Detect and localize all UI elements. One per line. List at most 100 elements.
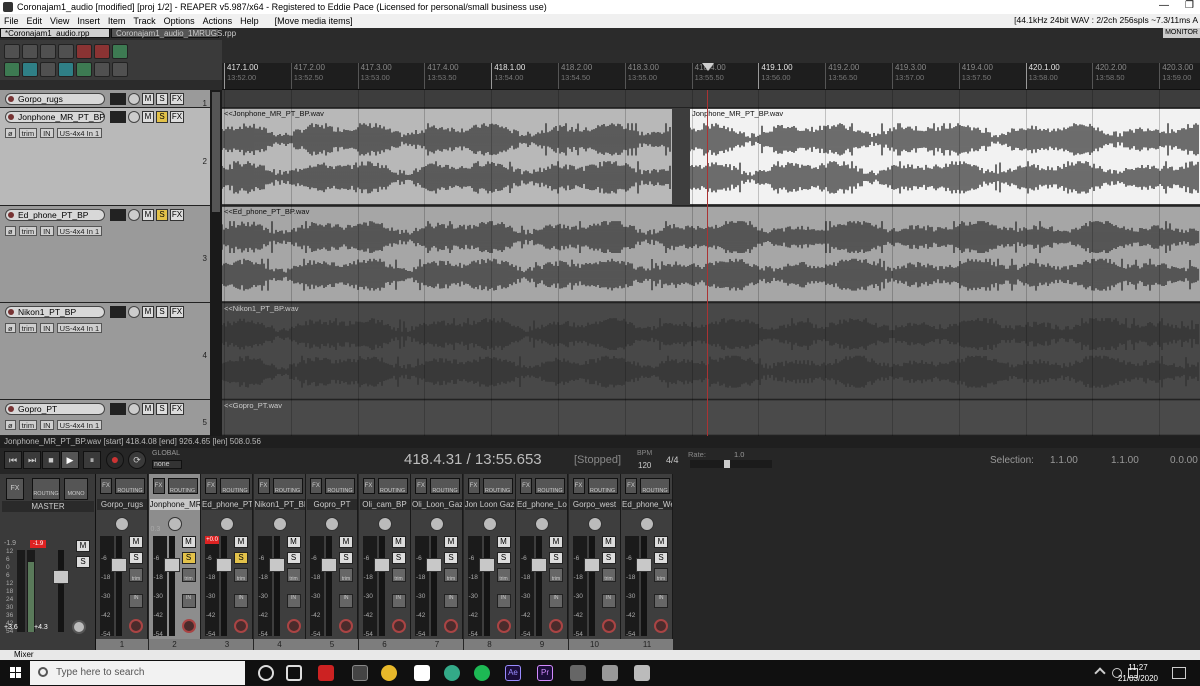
mixer-strip[interactable]: FX ROUTING Gorpo_rugs -6 -18 -30 -42 -54 M Strim I… <box>96 474 148 650</box>
input-button[interactable]: IN <box>40 225 54 236</box>
strip-trim-button[interactable]: trim <box>654 568 668 582</box>
strip-fx-button[interactable]: FX <box>467 478 480 494</box>
strip-fx-button[interactable]: FX <box>362 478 375 494</box>
volume-fader[interactable] <box>636 536 652 636</box>
pan-knob[interactable] <box>325 517 339 531</box>
volume-knob[interactable] <box>128 111 140 123</box>
strip-name[interactable]: Ed_phone_Loc <box>517 499 567 510</box>
strip-routing-button[interactable]: ROUTING <box>535 478 565 494</box>
strip-solo-button[interactable]: S <box>391 552 406 564</box>
volume-knob[interactable] <box>128 93 140 105</box>
strip-routing-button[interactable]: ROUTING <box>482 478 513 494</box>
strip-routing-button[interactable]: ROUTING <box>377 478 408 494</box>
mixer-strip[interactable]: FX ROUTING Ed_phone_Loc -6 -18 -30 -42 -54 M Stri… <box>516 474 568 650</box>
record-arm-icon[interactable] <box>129 619 143 633</box>
play-cursor-head-icon[interactable] <box>702 63 714 71</box>
strip-name[interactable]: Gopro_PT <box>307 499 357 510</box>
repeat-button[interactable]: ⟳ <box>128 451 146 469</box>
lock-icon[interactable] <box>112 62 128 77</box>
strip-mute-button[interactable]: M <box>234 536 248 548</box>
volume-knob[interactable] <box>128 403 140 415</box>
strip-routing-button[interactable]: ROUTING <box>272 478 303 494</box>
track-lane[interactable]: <<Nikon1_PT_BP.wav <box>222 303 1200 400</box>
strip-input-button[interactable]: IN <box>654 594 668 608</box>
volume-fader[interactable] <box>111 536 127 636</box>
record-arm-icon[interactable] <box>654 619 668 633</box>
fx-button[interactable]: FX <box>170 111 184 123</box>
fader-cap[interactable] <box>478 558 495 572</box>
fader-cap[interactable] <box>321 558 337 572</box>
master-settings-icon[interactable] <box>72 620 86 634</box>
phase-icon[interactable]: ø <box>5 225 16 236</box>
fx-button[interactable]: FX <box>170 93 184 105</box>
master-fader[interactable] <box>53 550 69 632</box>
cortana-icon[interactable] <box>258 665 274 681</box>
record-button[interactable]: ● <box>106 451 124 469</box>
docker-tab-mixer[interactable]: Mixer <box>14 650 34 659</box>
strip-name[interactable]: Jon Loon Gaz <box>464 499 515 510</box>
strip-mute-button[interactable]: M <box>444 536 458 548</box>
fader-cap[interactable] <box>111 558 127 572</box>
premiere-icon[interactable]: Pr <box>537 665 553 681</box>
tab-inactive-project[interactable]: Coronajam1_audio_1MRUGS.rpp <box>111 28 236 38</box>
envelope-icon[interactable] <box>76 62 92 77</box>
strip-name[interactable]: Jonphone_MR <box>149 499 200 510</box>
mute-button[interactable]: M <box>142 111 154 123</box>
strip-input-button[interactable]: IN <box>444 594 458 608</box>
trim-button[interactable]: trim <box>18 127 38 138</box>
pan-knob[interactable] <box>482 517 497 531</box>
strip-fx-button[interactable]: FX <box>572 478 585 494</box>
strip-mute-button[interactable]: M <box>286 536 301 548</box>
pan-knob[interactable] <box>272 517 287 531</box>
position-display[interactable]: 418.4.31 / 13:55.653 <box>404 451 542 468</box>
pan-knob[interactable] <box>587 517 602 531</box>
phase-icon[interactable]: ø <box>5 419 16 430</box>
loop-region-bar[interactable] <box>222 50 1200 63</box>
fader-cap[interactable] <box>373 558 390 572</box>
strip-routing-button[interactable]: ROUTING <box>325 478 355 494</box>
mixer-strip[interactable]: FX ROUTING Gorpo_west -6 -18 -30 -42 -54 M Strim I… <box>568 474 621 650</box>
pan-knob[interactable] <box>220 517 234 531</box>
selection-start[interactable]: 1.1.00 <box>1050 455 1078 466</box>
strip-input-button[interactable]: IN <box>339 594 353 608</box>
strip-routing-button[interactable]: ROUTING <box>167 478 198 494</box>
media-item[interactable]: Jonphone_MR_PT_BP.wav <box>690 109 1200 204</box>
selection-end[interactable]: 1.1.00 <box>1111 455 1139 466</box>
item-grouping-icon[interactable] <box>94 62 110 77</box>
media-item[interactable]: <<Nikon1_PT_BP.wav <box>222 304 1200 398</box>
strip-mute-button[interactable]: M <box>496 536 511 548</box>
strip-fx-button[interactable]: FX <box>205 478 217 494</box>
track-name[interactable]: Gorpo_rugs <box>5 93 105 105</box>
scroll-thumb[interactable] <box>212 92 220 212</box>
strip-solo-button[interactable]: S <box>549 552 563 564</box>
fader-cap[interactable] <box>268 558 285 572</box>
record-arm-icon[interactable] <box>391 619 406 633</box>
track-lane[interactable]: <<Gopro_PT.wav<<Gopro_PT.wav <box>222 400 1200 436</box>
fader-cap[interactable] <box>583 558 600 572</box>
track-lane[interactable] <box>222 90 1200 108</box>
trim-button[interactable]: trim <box>18 225 38 236</box>
track-lane[interactable]: <<Jonphone_MR_PT_BP.wav Jonphone_MR_PT_BP… <box>222 108 1200 206</box>
taskbar-clock[interactable]: 11:27 21/03/2020 <box>1118 662 1158 684</box>
automation-mode-select[interactable]: none <box>152 460 182 469</box>
input-select[interactable]: US-4x4 In 1 <box>56 419 103 430</box>
strip-name[interactable]: Nikon1_PT_BF <box>254 499 305 510</box>
mute-button[interactable]: M <box>142 306 154 318</box>
master-routing-button[interactable]: ROUTING <box>32 478 60 500</box>
strip-mute-button[interactable]: M <box>654 536 668 548</box>
strip-input-button[interactable]: IN <box>601 594 616 608</box>
minimize-button[interactable]: — <box>1159 0 1169 14</box>
trim-button[interactable]: trim <box>18 419 38 430</box>
fader-cap[interactable] <box>163 558 180 572</box>
stop-button[interactable]: ■ <box>42 451 60 469</box>
spotify-icon[interactable] <box>474 665 490 681</box>
solo-button[interactable]: S <box>156 403 168 415</box>
strip-solo-button[interactable]: S <box>339 552 353 564</box>
mute-button[interactable]: M <box>142 403 154 415</box>
strip-mute-button[interactable]: M <box>181 536 196 548</box>
track-lane[interactable]: <<Ed_phone_PT_BP.wav <box>222 206 1200 303</box>
file-explorer-icon[interactable] <box>352 665 368 681</box>
adobe-reader-icon[interactable] <box>318 665 334 681</box>
strip-name[interactable]: Ed_phone_We <box>622 499 672 510</box>
reaper-task-icon[interactable] <box>444 665 460 681</box>
